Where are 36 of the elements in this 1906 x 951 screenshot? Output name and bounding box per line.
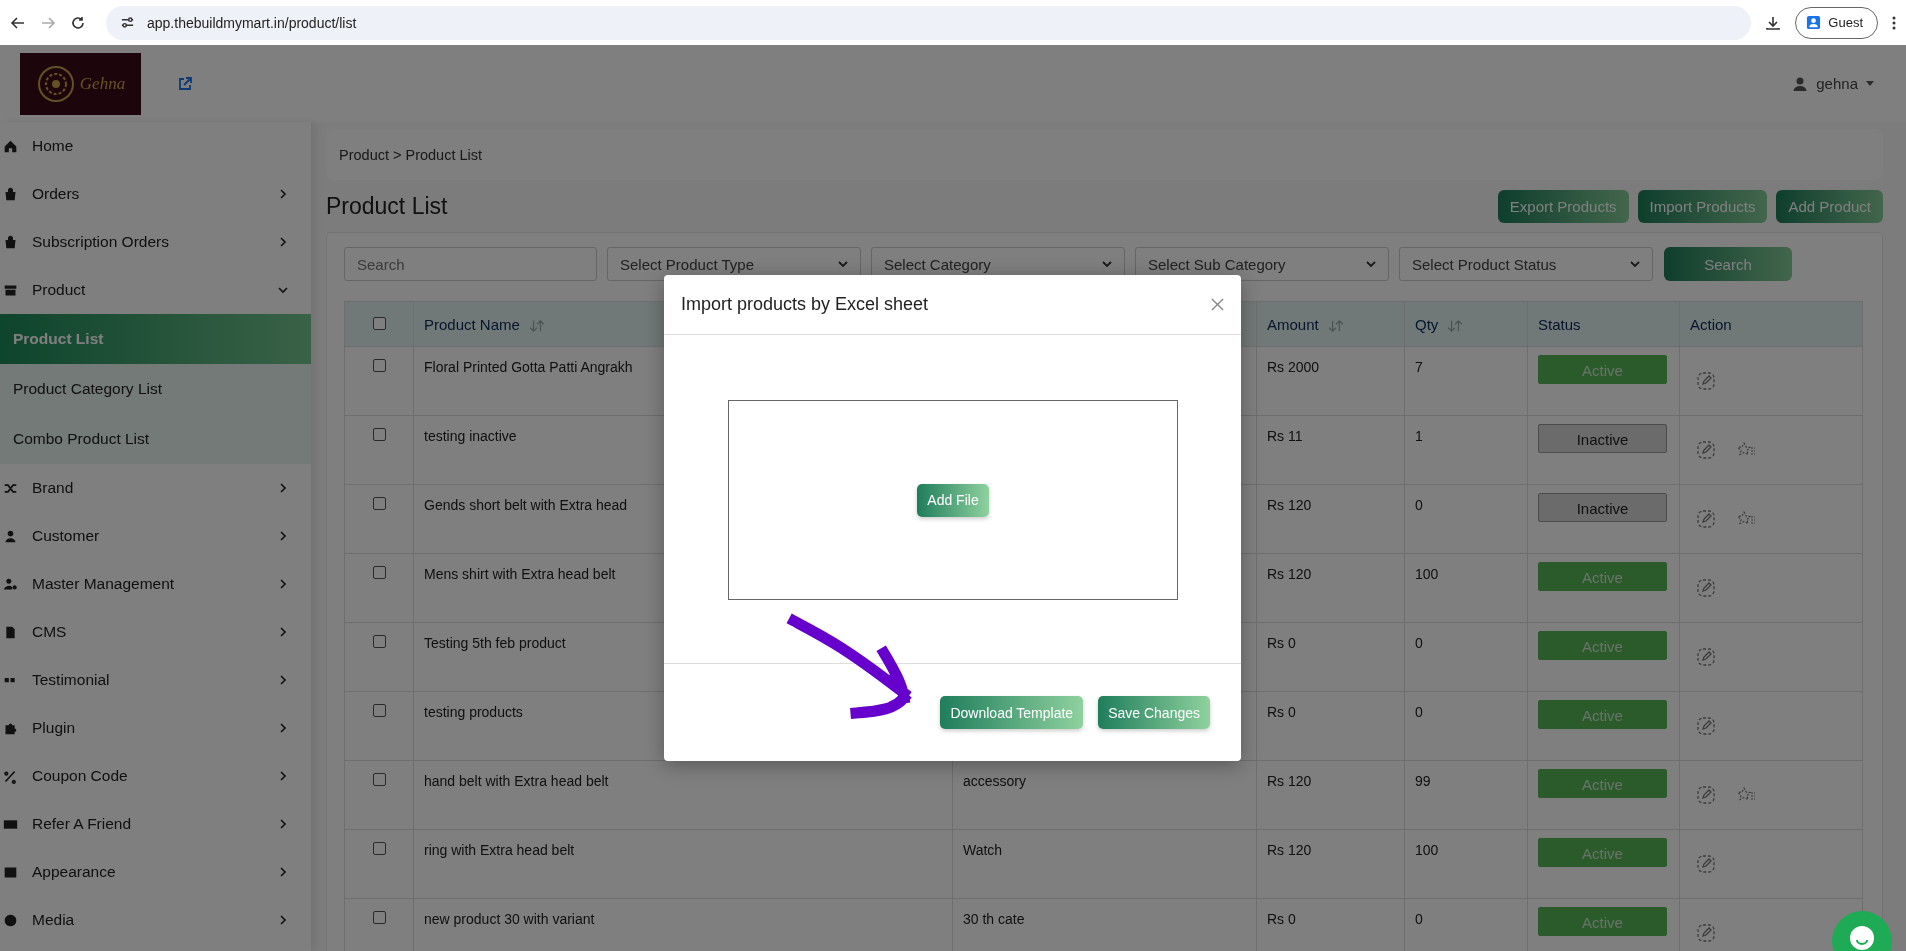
product-name: testing inactive <box>424 428 517 444</box>
product-name: ring with Extra head belt <box>424 842 575 858</box>
quantity: 100 <box>1415 842 1439 858</box>
amount: Rs 0 <box>1267 911 1296 927</box>
amount: Rs 0 <box>1267 704 1296 720</box>
amount: Rs 11 <box>1267 428 1303 444</box>
product-name: Gends short belt with Extra head <box>424 497 628 513</box>
amount: Rs 2000 <box>1267 359 1320 375</box>
quantity: 99 <box>1415 773 1431 789</box>
quantity: 0 <box>1415 635 1423 651</box>
breadcrumb: Product > Product List <box>339 146 483 163</box>
table-cell: Watch <box>963 842 1003 858</box>
quantity: 1 <box>1415 428 1423 444</box>
user-name: gehna <box>1816 75 1858 92</box>
product-name: Floral Printed Gotta Patti Angrakh <box>424 359 633 375</box>
quantity: 0 <box>1415 704 1423 720</box>
url-text: app.thebuildmymart.in/product/list <box>147 14 357 31</box>
logo-text: Gehna <box>79 73 126 94</box>
quantity: 7 <box>1415 359 1423 375</box>
table-cell: accessory <box>963 773 1027 789</box>
amount: Rs 120 <box>1267 497 1312 513</box>
amount: Rs 120 <box>1267 773 1312 789</box>
product-name: new product 30 with variant <box>424 911 595 927</box>
product-name: testing products <box>424 704 523 720</box>
amount: Rs 0 <box>1267 635 1296 651</box>
amount: Rs 120 <box>1267 566 1312 582</box>
page-title: Product List <box>326 192 449 220</box>
product-name: hand belt with Extra head belt <box>424 773 609 789</box>
quantity: 0 <box>1415 497 1423 513</box>
product-name: Testing 5th feb product <box>424 635 566 651</box>
amount: Rs 120 <box>1267 842 1312 858</box>
product-name: Mens shirt with Extra head belt <box>424 566 616 582</box>
quantity: 0 <box>1415 911 1423 927</box>
quantity: 100 <box>1415 566 1439 582</box>
table-cell: 30 th cate <box>963 911 1025 927</box>
dialog-title: Import products by Excel sheet <box>681 294 929 315</box>
